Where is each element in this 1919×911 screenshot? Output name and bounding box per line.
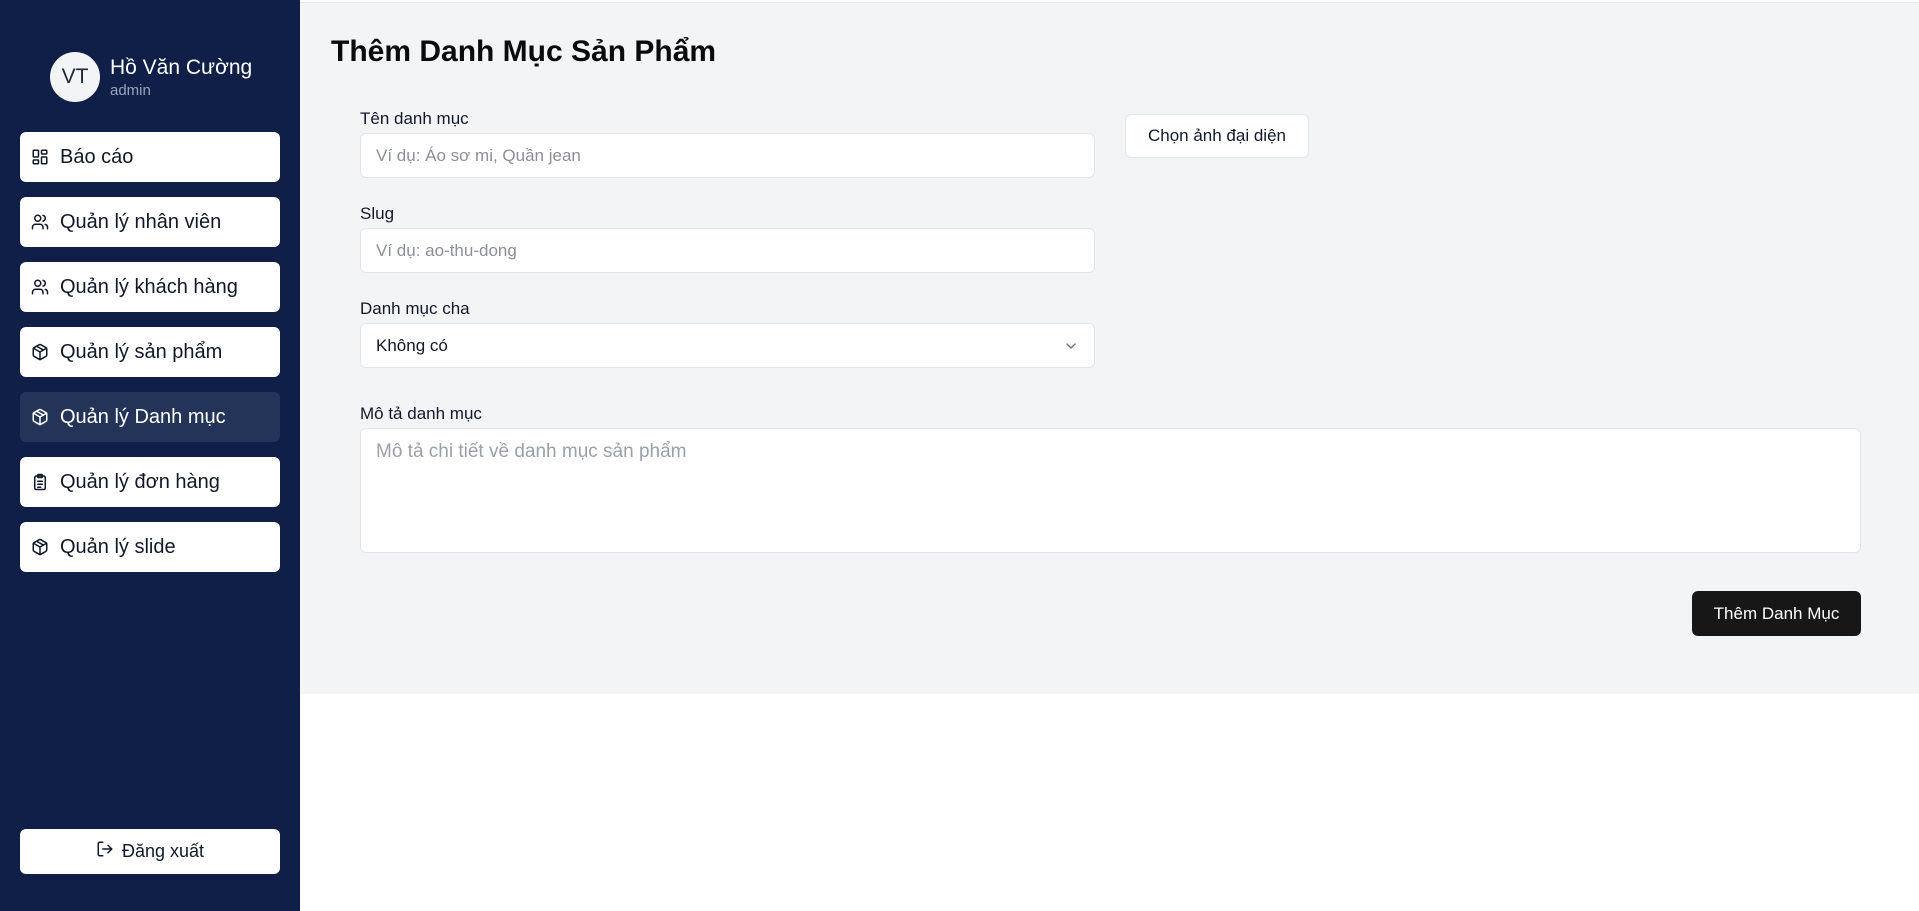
app-root: VT Hồ Văn Cường admin Báo cáo Quản lý nh…: [0, 0, 1919, 911]
users-icon: [30, 277, 50, 297]
slug-label: Slug: [360, 204, 395, 223]
logout-label: Đăng xuất: [121, 841, 205, 861]
sidebar-item-categories[interactable]: Quản lý Danh mục: [20, 392, 280, 442]
sidebar-item-reports[interactable]: Báo cáo: [20, 132, 280, 182]
package-icon: [30, 342, 50, 362]
users-icon: [30, 212, 50, 232]
sidebar-item-label: Quản lý sản phẩm: [60, 340, 223, 363]
clipboard-icon: [30, 472, 50, 492]
sidebar-item-customers[interactable]: Quản lý khách hàng: [20, 262, 280, 312]
sidebar-item-label: Quản lý Danh mục: [60, 405, 226, 428]
page-title: Thêm Danh Mục Sản Phẩm: [331, 35, 717, 68]
dashboard-icon: [30, 147, 50, 167]
avatar: VT: [50, 52, 100, 102]
sidebar-item-products[interactable]: Quản lý sản phẩm: [20, 327, 280, 377]
user-profile: VT Hồ Văn Cường admin: [50, 52, 252, 102]
user-info: Hồ Văn Cường admin: [110, 55, 252, 100]
parent-category-select[interactable]: Không có: [360, 323, 1095, 368]
category-name-label: Tên danh mục: [360, 109, 469, 128]
choose-image-button[interactable]: Chọn ảnh đại diện: [1125, 114, 1309, 158]
package-icon: [30, 407, 50, 427]
parent-category-value: Không có: [376, 335, 448, 355]
sidebar-nav: Báo cáo Quản lý nhân viên Quản lý khách …: [20, 132, 280, 587]
sidebar-item-employees[interactable]: Quản lý nhân viên: [20, 197, 280, 247]
add-category-button[interactable]: Thêm Danh Mục: [1692, 591, 1861, 636]
slug-input[interactable]: [360, 228, 1095, 273]
sidebar-item-orders[interactable]: Quản lý đơn hàng: [20, 457, 280, 507]
description-textarea[interactable]: [360, 428, 1861, 553]
chevron-down-icon: [1063, 338, 1079, 354]
package-icon: [30, 537, 50, 557]
user-role: admin: [110, 81, 151, 99]
category-name-input[interactable]: [360, 133, 1095, 178]
sidebar-item-label: Quản lý đơn hàng: [60, 470, 220, 493]
logout-button[interactable]: Đăng xuất: [20, 829, 280, 874]
description-label: Mô tả danh mục: [360, 404, 482, 423]
parent-category-label: Danh mục cha: [360, 299, 470, 318]
sidebar-item-slides[interactable]: Quản lý slide: [20, 522, 280, 572]
main-panel: Thêm Danh Mục Sản Phẩm Tên danh mục Chọn…: [300, 2, 1919, 694]
sidebar-item-label: Quản lý slide: [60, 535, 176, 558]
logout-icon: [96, 840, 114, 863]
sidebar: VT Hồ Văn Cường admin Báo cáo Quản lý nh…: [0, 0, 300, 911]
sidebar-item-label: Quản lý nhân viên: [60, 210, 222, 233]
user-name: Hồ Văn Cường: [110, 55, 253, 79]
sidebar-item-label: Quản lý khách hàng: [60, 275, 238, 298]
sidebar-item-label: Báo cáo: [60, 145, 134, 168]
